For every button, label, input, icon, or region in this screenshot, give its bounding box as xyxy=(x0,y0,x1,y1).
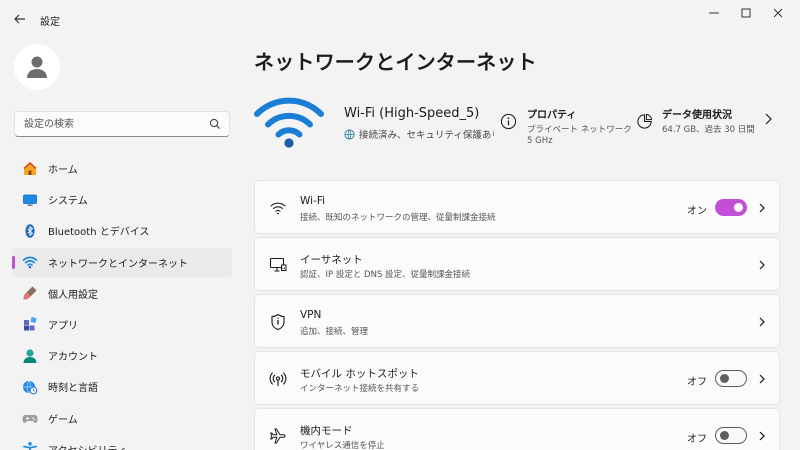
toggle-state-label: オン xyxy=(687,206,707,217)
data-usage-title[interactable]: データ使用状況 xyxy=(662,106,732,121)
chevron-right-icon[interactable] xyxy=(757,372,767,386)
bluetooth-icon xyxy=(22,223,38,239)
close-button[interactable] xyxy=(764,6,792,20)
pie-chart-icon[interactable] xyxy=(636,113,653,130)
search-icon[interactable] xyxy=(208,117,222,131)
connection-status: 接続済み、セキュリティ保護あり xyxy=(344,127,494,141)
avatar[interactable] xyxy=(14,44,60,90)
sidebar-item-apps[interactable]: アプリ xyxy=(12,310,232,339)
accessibility-icon xyxy=(22,441,38,450)
minimize-icon xyxy=(709,12,719,14)
card-subtitle: 追加、接続、管理 xyxy=(300,327,369,337)
hotspot-icon xyxy=(269,370,287,388)
wifi-toggle[interactable] xyxy=(715,199,747,216)
sidebar-item-gaming[interactable]: ゲーム xyxy=(12,404,232,433)
card-title: VPN xyxy=(300,309,322,321)
person-icon xyxy=(27,56,47,78)
sidebar-item-label: 個人用設定 xyxy=(48,289,98,301)
wifi-icon xyxy=(254,97,324,148)
search-input[interactable] xyxy=(14,111,230,137)
person-icon xyxy=(22,348,38,364)
sidebar-item-label: ゲーム xyxy=(48,414,78,426)
back-arrow-icon xyxy=(14,14,25,24)
card-subtitle: 認証、IP 設定と DNS 設定、従量制課金接続 xyxy=(300,270,471,280)
sidebar-item-label: アクセシビリティ xyxy=(48,442,127,450)
airplane-mode-toggle[interactable] xyxy=(715,427,747,444)
sidebar-item-accounts[interactable]: アカウント xyxy=(12,341,232,370)
sidebar-item-home[interactable]: ホーム xyxy=(12,154,232,183)
connection-status-text: 接続済み、セキュリティ保護あり xyxy=(359,130,494,141)
chevron-right-icon[interactable] xyxy=(757,315,767,329)
chevron-right-icon[interactable] xyxy=(762,112,774,126)
info-icon[interactable] xyxy=(500,113,517,130)
sidebar-item-label: Bluetooth とデバイス xyxy=(48,227,150,239)
card-subtitle: インターネット接続を共有する xyxy=(300,384,420,394)
shield-icon xyxy=(269,313,287,331)
sidebar-item-label: ネットワークとインターネット xyxy=(48,258,188,270)
minimize-button[interactable] xyxy=(700,6,728,20)
home-icon xyxy=(22,161,38,177)
sidebar-item-network[interactable]: ネットワークとインターネット xyxy=(12,247,232,277)
properties-network-type: プライベート ネットワーク xyxy=(527,125,632,135)
wifi-icon xyxy=(269,199,287,217)
sidebar-item-label: システム xyxy=(48,196,88,208)
card-subtitle: ワイヤレス通信を停止 xyxy=(300,441,385,450)
sidebar-item-label: ホーム xyxy=(48,165,78,176)
properties-title[interactable]: プロパティ xyxy=(527,106,576,121)
maximize-icon xyxy=(741,8,751,18)
data-usage-amount: 64.7 GB、過去 30 日間 xyxy=(662,125,755,135)
card-ethernet[interactable]: イーサネット 認証、IP 設定と DNS 設定、従量制課金接続 xyxy=(254,237,780,291)
airplane-icon xyxy=(269,427,287,445)
network-name: Wi-Fi (High-Speed_5) xyxy=(344,106,480,121)
chevron-right-icon[interactable] xyxy=(757,429,767,443)
toggle-state-label: オフ xyxy=(687,377,707,388)
sidebar-nav: ホーム システム Bluetooth とデバイス ネットワークとインターネット … xyxy=(12,154,232,450)
chevron-right-icon[interactable] xyxy=(757,201,767,215)
maximize-button[interactable] xyxy=(732,6,760,20)
card-airplane-mode[interactable]: 機内モード ワイヤレス通信を停止 オフ xyxy=(254,408,780,450)
gamepad-icon xyxy=(22,410,38,426)
card-vpn[interactable]: VPN 追加、接続、管理 xyxy=(254,294,780,348)
app-title: 設定 xyxy=(40,17,60,28)
globe-clock-icon xyxy=(22,379,38,395)
card-title: モバイル ホットスポット xyxy=(300,368,419,380)
ethernet-icon xyxy=(269,256,287,274)
apps-icon xyxy=(22,316,38,332)
monitor-icon xyxy=(22,192,38,208)
card-title: 機内モード xyxy=(300,425,353,437)
sidebar-item-time-language[interactable]: 時刻と言語 xyxy=(12,372,232,401)
properties-band: 5 GHz xyxy=(527,136,553,146)
toggle-state-label: オフ xyxy=(687,434,707,445)
sidebar-item-label: アプリ xyxy=(48,320,78,332)
hotspot-toggle[interactable] xyxy=(715,370,747,387)
card-mobile-hotspot[interactable]: モバイル ホットスポット インターネット接続を共有する オフ xyxy=(254,351,780,405)
toggle-knob xyxy=(720,374,729,383)
globe-icon xyxy=(344,128,355,140)
toggle-knob xyxy=(720,431,729,440)
page-title: ネットワークとインターネット xyxy=(254,50,537,74)
wifi-icon xyxy=(22,254,38,270)
brush-icon xyxy=(22,285,38,301)
title-bar: 設定 xyxy=(0,0,800,36)
chevron-right-icon[interactable] xyxy=(757,258,767,272)
sidebar-item-label: 時刻と言語 xyxy=(48,383,98,395)
sidebar-item-accessibility[interactable]: アクセシビリティ xyxy=(12,435,232,450)
sidebar-item-bluetooth[interactable]: Bluetooth とデバイス xyxy=(12,216,232,245)
card-wifi[interactable]: Wi-Fi 接続、既知のネットワークの管理、従量制課金接続 オン xyxy=(254,180,780,234)
card-title: Wi-Fi xyxy=(300,195,326,207)
close-icon xyxy=(773,8,783,18)
sidebar-item-label: アカウント xyxy=(48,352,98,364)
back-button[interactable] xyxy=(10,10,30,28)
card-title: イーサネット xyxy=(300,254,363,266)
toggle-knob xyxy=(734,203,743,212)
sidebar-item-system[interactable]: システム xyxy=(12,185,232,214)
sidebar-item-personalization[interactable]: 個人用設定 xyxy=(12,279,232,308)
card-subtitle: 接続、既知のネットワークの管理、従量制課金接続 xyxy=(300,213,496,223)
